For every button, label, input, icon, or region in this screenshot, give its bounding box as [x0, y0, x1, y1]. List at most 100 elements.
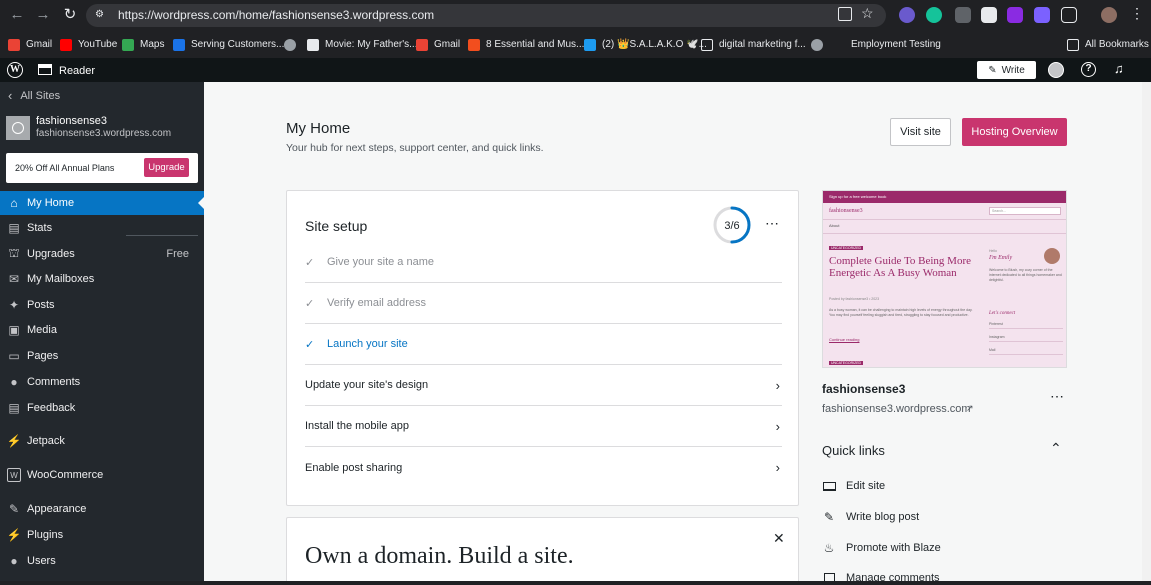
figma-icon — [468, 38, 480, 51]
task-item[interactable]: ✓ Verify email address — [305, 283, 782, 324]
extension-icon[interactable] — [981, 7, 997, 23]
sidebar-item-my-mailboxes[interactable]: ✉ My Mailboxes — [0, 267, 204, 291]
extension-icon[interactable] — [955, 7, 971, 23]
grammarly-icon[interactable] — [926, 7, 942, 23]
bookmark[interactable]: Maps — [122, 37, 164, 52]
pages-icon: ▭ — [8, 349, 20, 363]
chevron-up-icon[interactable]: ⌃ — [1050, 440, 1062, 457]
setup-more-icon[interactable]: ⋯ — [765, 215, 780, 232]
write-button[interactable]: ✎ Write — [977, 61, 1036, 79]
sidebar-item-posts[interactable]: ✦ Posts — [0, 293, 204, 317]
extension-icon[interactable] — [1007, 7, 1023, 23]
all-bookmarks[interactable]: All Bookmarks — [1067, 37, 1149, 52]
visit-site-button[interactable]: Visit site — [890, 118, 951, 146]
site-preview-thumbnail[interactable]: Sign up for a free welcome book fashions… — [822, 190, 1067, 368]
folder-icon — [1067, 38, 1079, 51]
hosting-overview-button[interactable]: Hosting Overview — [962, 118, 1067, 146]
extension-icon[interactable] — [1034, 7, 1050, 23]
sidebar-item-woocommerce[interactable]: W WooCommerce — [0, 463, 204, 487]
progress-ring: 3/6 — [713, 206, 751, 244]
sidebar-item-users[interactable]: ● Users — [0, 549, 204, 573]
browser-menu-icon[interactable]: ⋮ — [1130, 6, 1144, 20]
cast-icon[interactable] — [838, 7, 852, 21]
quick-link-write-post[interactable]: ✎ Write blog post — [822, 510, 919, 524]
blank-icon — [833, 39, 845, 51]
extension-icon[interactable] — [899, 7, 915, 23]
notifications-bell-icon[interactable]: ♫ — [1114, 61, 1124, 76]
cart-icon: ⛫ — [8, 246, 20, 260]
all-sites-link[interactable]: ‹ All Sites — [8, 88, 60, 103]
sidebar-item-appearance[interactable]: ✎ Appearance — [0, 497, 204, 521]
sidebar-item-comments[interactable]: ● Comments — [0, 370, 204, 394]
bookmark[interactable]: Serving Customers... — [173, 37, 284, 52]
youtube-icon — [60, 38, 72, 51]
close-icon[interactable]: ✕ — [773, 530, 785, 547]
site-info-icon[interactable]: ⚙ — [95, 9, 107, 21]
preview-connect: Let's connect — [989, 311, 1016, 316]
domain-headline: Own a domain. Build a site. — [305, 543, 574, 569]
author-avatar — [1044, 248, 1060, 264]
profile-avatar[interactable] — [1101, 7, 1117, 23]
reader-link[interactable]: Reader — [59, 65, 95, 77]
bookmark[interactable]: digital marketing f... — [701, 37, 806, 52]
task-item[interactable]: Install the mobile app › — [305, 406, 782, 447]
bookmark[interactable] — [284, 37, 302, 52]
site-setup-card: Site setup 3/6 ⋯ ✓ Give your site a name… — [286, 190, 799, 506]
help-icon[interactable]: ? — [1081, 62, 1096, 77]
task-item[interactable]: Enable post sharing › — [305, 447, 782, 488]
scrollbar[interactable] — [1142, 82, 1151, 582]
sidebar-item-pages[interactable]: ▭ Pages — [0, 344, 204, 368]
user-avatar[interactable] — [1048, 62, 1064, 78]
quick-link-edit-site[interactable]: Edit site — [822, 480, 885, 492]
back-icon[interactable]: ← — [8, 6, 26, 24]
task-item[interactable]: Update your site's design › — [305, 365, 782, 406]
maps-icon — [122, 38, 134, 51]
setup-title: Site setup — [305, 218, 368, 234]
bookmark-star-icon[interactable]: ☆ — [861, 5, 874, 22]
folder-icon — [701, 38, 713, 51]
taskbar-edge — [0, 581, 1151, 585]
bookmark[interactable]: Gmail — [416, 37, 460, 52]
bookmark[interactable]: 8 Essential and Mus... — [468, 37, 584, 52]
site-more-icon[interactable]: ⋯ — [1050, 388, 1065, 405]
sidebar-item-upgrades[interactable]: ⛫ Upgrades Free — [0, 242, 204, 266]
quick-link-blaze[interactable]: ♨ Promote with Blaze — [822, 541, 941, 555]
reload-icon[interactable]: ↻ — [61, 6, 79, 24]
bookmark[interactable] — [811, 37, 829, 52]
sidebar-item-jetpack[interactable]: ⚡ Jetpack — [0, 429, 204, 453]
brush-icon: ✎ — [8, 502, 20, 516]
promo-text: 20% Off All Annual Plans — [15, 163, 115, 173]
extensions-puzzle-icon[interactable] — [1061, 7, 1077, 23]
bookmark[interactable]: YouTube — [60, 37, 117, 52]
forward-icon[interactable]: → — [34, 6, 52, 24]
site-card-url[interactable]: fashionsense3.wordpress.com — [822, 403, 971, 415]
task-item[interactable]: ✓ Give your site a name — [305, 242, 782, 283]
reader-icon[interactable] — [38, 64, 52, 75]
task-item[interactable]: ✓ Launch your site — [305, 324, 782, 365]
chevron-left-icon: ‹ — [8, 88, 13, 103]
sidebar-item-stats[interactable]: ▤ Stats — [0, 216, 204, 240]
external-link-icon[interactable]: ↗ — [966, 403, 974, 414]
sidebar-item-media[interactable]: ▣ Media — [0, 318, 204, 342]
flame-icon: ♨ — [823, 541, 835, 555]
sidebar-item-feedback[interactable]: ▤ Feedback — [0, 396, 204, 420]
comment-icon: ● — [10, 375, 18, 389]
site-icon[interactable] — [6, 116, 30, 140]
checkmark-icon: ✓ — [305, 298, 315, 310]
url-text[interactable]: https://wordpress.com/home/fashionsense3… — [118, 8, 434, 22]
gmail-icon — [8, 38, 20, 51]
bookmarks-bar: Gmail YouTube Maps Serving Customers... … — [0, 31, 1151, 58]
checkmark-icon: ✓ — [305, 339, 315, 351]
sidebar-item-my-home[interactable]: ⌂ My Home — [0, 191, 204, 215]
wordpress-logo-icon[interactable]: W — [7, 62, 23, 78]
preview-author: I'm Emily — [989, 255, 1013, 261]
home-icon: ⌂ — [10, 196, 18, 210]
upgrade-button[interactable]: Upgrade — [144, 158, 189, 177]
bookmark[interactable]: (2) 👑S.A.L.A.K.O 🕊️... — [584, 37, 707, 52]
sidebar-item-plugins[interactable]: ⚡ Plugins — [0, 523, 204, 547]
chevron-right-icon: › — [775, 419, 780, 434]
site-title[interactable]: fashionsense3 — [36, 115, 107, 127]
bookmark[interactable]: Gmail — [8, 37, 52, 52]
bookmark[interactable]: Employment Testing — [833, 37, 941, 52]
bookmark[interactable]: Movie: My Father's... — [307, 37, 418, 52]
